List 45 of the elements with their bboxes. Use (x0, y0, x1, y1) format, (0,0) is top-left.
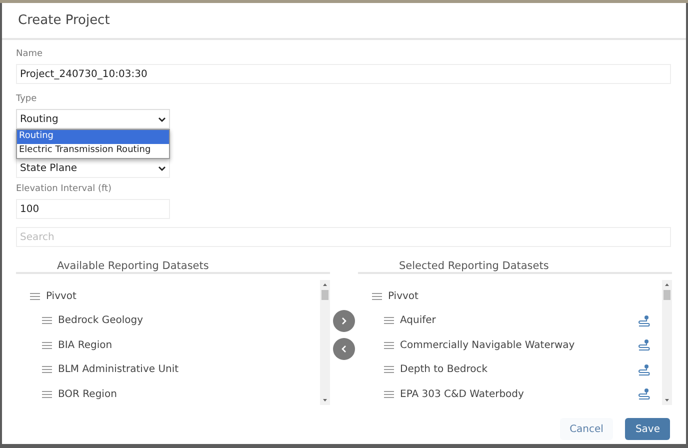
dropdown-option[interactable]: Electric Transmission Routing (17, 144, 169, 158)
drag-handle-icon[interactable] (384, 390, 394, 398)
move-left-button[interactable] (333, 338, 355, 360)
route-pin-icon[interactable] (638, 314, 650, 327)
list-item[interactable]: Aquifer (400, 315, 638, 326)
field-label: Type (16, 94, 38, 106)
field-label: Name (16, 49, 44, 61)
list-item[interactable]: BIA Region (58, 340, 308, 351)
list-item[interactable]: Pivvot (388, 290, 662, 302)
list-item[interactable]: Commercially Navigable Waterway (400, 340, 638, 351)
scrollbar[interactable] (662, 280, 672, 405)
scrollbar[interactable] (320, 280, 330, 405)
route-pin-icon[interactable] (638, 364, 650, 376)
drag-handle-icon[interactable] (384, 366, 394, 374)
list-item[interactable]: Bedrock Geology (58, 315, 308, 326)
dialog-title: Create Project (18, 13, 110, 28)
field-label: Elevation Interval (ft) (16, 184, 113, 196)
drag-handle-icon[interactable] (384, 317, 394, 324)
drag-handle-icon[interactable] (42, 366, 52, 374)
list-item[interactable]: BOR Region (58, 388, 308, 400)
list-item[interactable]: Pivvot (46, 290, 320, 302)
dropdown-field[interactable]: State Plane (16, 158, 170, 178)
dropdown-field[interactable]: Routing (16, 109, 170, 129)
route-pin-icon[interactable] (638, 339, 650, 352)
drag-handle-icon[interactable] (42, 317, 52, 324)
drag-handle-icon[interactable] (30, 292, 40, 300)
route-pin-icon[interactable] (638, 388, 650, 400)
search-field[interactable]: Search (16, 227, 671, 247)
drag-handle-icon[interactable] (42, 342, 52, 349)
drag-handle-icon[interactable] (42, 390, 52, 398)
list-heading: Selected Reporting Datasets (399, 260, 549, 272)
dropdown-option[interactable]: Routing (17, 130, 169, 144)
cancel-button[interactable]: Cancel (560, 418, 614, 440)
list-item[interactable]: EPA 303 C&D Waterbody (400, 388, 638, 400)
list-item[interactable]: Depth to Bedrock (400, 364, 638, 376)
text-field[interactable]: 100 (16, 199, 170, 219)
save-button[interactable]: Save (625, 418, 670, 440)
drag-handle-icon[interactable] (372, 292, 382, 300)
move-right-button[interactable] (333, 310, 355, 332)
list-heading: Available Reporting Datasets (57, 260, 209, 272)
drag-handle-icon[interactable] (384, 342, 394, 349)
text-field[interactable]: Project_240730_10:03:30 (16, 64, 671, 84)
chevron-down-icon (158, 166, 166, 170)
list-item[interactable]: BLM Administrative Unit (58, 364, 308, 376)
chevron-down-icon (158, 116, 166, 122)
